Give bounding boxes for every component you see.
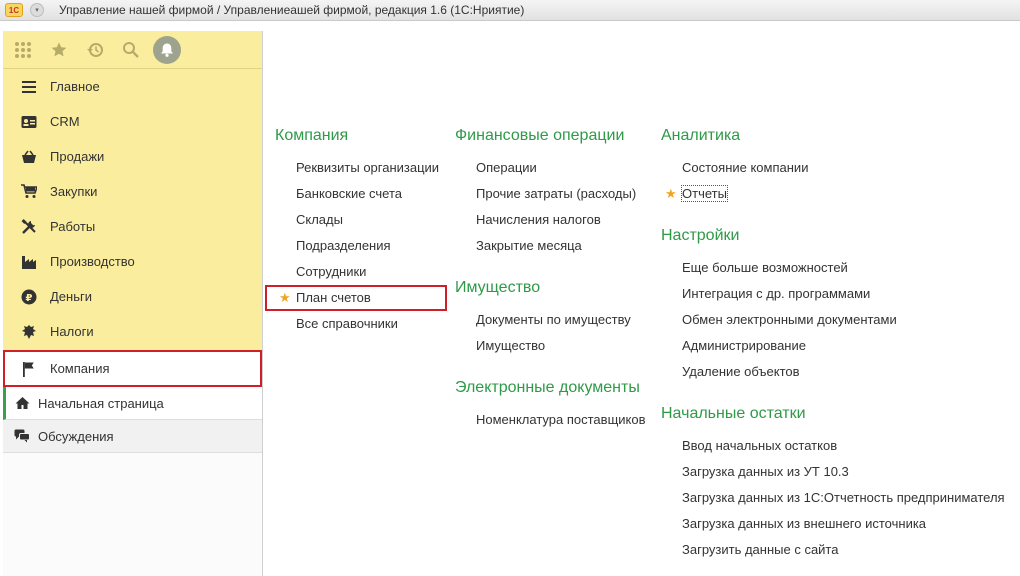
link-integration[interactable]: Интеграция с др. программами <box>661 281 1005 307</box>
link-month-close[interactable]: Закрытие месяца <box>455 233 646 259</box>
link-import-1c-reporting[interactable]: Загрузка данных из 1С:Отчетность предпри… <box>661 485 1005 511</box>
menu-lines-icon <box>21 79 37 95</box>
link-import-external[interactable]: Загрузка данных из внешнего источника <box>661 511 1005 537</box>
app-logo: 1С <box>5 3 23 17</box>
section-label: Компания <box>50 361 110 376</box>
link-all-catalogs[interactable]: Все справочники <box>275 311 447 337</box>
link-label: Отчеты <box>681 185 728 202</box>
link-administration[interactable]: Администрирование <box>661 333 1005 359</box>
contact-card-icon <box>21 114 37 130</box>
cart-icon <box>21 184 37 200</box>
section-purchases[interactable]: Закупки <box>3 174 262 209</box>
link-warehouses[interactable]: Склады <box>275 207 447 233</box>
apps-grid-icon[interactable] <box>13 40 33 60</box>
title-bar: 1С ▾ Управление нашей фирмой / Управлени… <box>0 0 1020 21</box>
main-menu-button[interactable]: ▾ <box>30 3 44 17</box>
nav-label: Обсуждения <box>38 428 114 444</box>
home-icon <box>14 395 30 411</box>
section-main[interactable]: Главное <box>3 69 262 104</box>
svg-text:₽: ₽ <box>26 293 33 304</box>
section-production[interactable]: Производство <box>3 244 262 279</box>
link-more-features[interactable]: Еще больше возможностей <box>661 255 1005 281</box>
section-label: Налоги <box>50 324 94 339</box>
group-title: Электронные документы <box>455 379 640 396</box>
link-reports[interactable]: ★ Отчеты <box>661 181 1005 207</box>
group-title: Имущество <box>455 279 541 296</box>
basket-icon <box>21 149 37 165</box>
nav-home-page[interactable]: Начальная страница <box>3 387 262 420</box>
group-title: Начальные остатки <box>661 405 806 422</box>
link-employees[interactable]: Сотрудники <box>275 259 447 285</box>
link-delete-objects[interactable]: Удаление объектов <box>661 359 1005 385</box>
link-operations[interactable]: Операции <box>455 155 646 181</box>
link-import-ut[interactable]: Загрузка данных из УТ 10.3 <box>661 459 1005 485</box>
link-departments[interactable]: Подразделения <box>275 233 447 259</box>
link-tax-accruals[interactable]: Начисления налогов <box>455 207 646 233</box>
chat-icon <box>14 428 30 444</box>
bell-icon[interactable] <box>153 35 181 64</box>
link-bank-accounts[interactable]: Банковские счета <box>275 181 447 207</box>
history-icon[interactable] <box>85 40 105 60</box>
link-edi-exchange[interactable]: Обмен электронными документами <box>661 307 1005 333</box>
link-chart-of-accounts[interactable]: ★ План счетов <box>265 285 447 311</box>
factory-icon <box>21 254 37 270</box>
tools-icon <box>21 218 37 235</box>
group-title: Финансовые операции <box>455 127 625 144</box>
section-label: CRM <box>50 114 80 129</box>
section-taxes[interactable]: Налоги <box>3 314 262 349</box>
section-works[interactable]: Работы <box>3 209 262 244</box>
window-title: Управление нашей фирмой / Управлениеашей… <box>59 3 525 17</box>
section-label: Главное <box>50 79 100 94</box>
link-label: План счетов <box>296 290 371 305</box>
link-enter-balances[interactable]: Ввод начальных остатков <box>661 433 1005 459</box>
section-label: Деньги <box>50 289 92 304</box>
link-property-documents[interactable]: Документы по имуществу <box>455 307 646 333</box>
section-label: Продажи <box>50 149 105 164</box>
star-icon[interactable] <box>49 40 69 60</box>
column-finance: Финансовые операции Операции Прочие затр… <box>455 123 646 433</box>
section-money[interactable]: ₽ Деньги <box>3 279 262 314</box>
link-import-site[interactable]: Загрузить данные с сайта <box>661 537 1005 563</box>
favorite-star-icon[interactable]: ★ <box>665 181 677 207</box>
sidebar: Главное CRM Продажи Закупки Работы Произ… <box>3 31 263 576</box>
ruble-coin-icon: ₽ <box>21 289 37 305</box>
column-analytics: Аналитика Состояние компании ★ Отчеты На… <box>661 123 1005 563</box>
search-icon[interactable] <box>121 40 141 60</box>
sidebar-toolbar <box>3 31 262 69</box>
group-title: Аналитика <box>661 127 741 144</box>
section-label: Закупки <box>50 184 98 199</box>
section-sales[interactable]: Продажи <box>3 139 262 174</box>
nav-discussions[interactable]: Обсуждения <box>3 420 262 453</box>
nav-label: Начальная страница <box>38 395 164 411</box>
link-other-costs[interactable]: Прочие затраты (расходы) <box>455 181 646 207</box>
section-label: Производство <box>50 254 135 269</box>
flag-icon <box>21 361 37 377</box>
column-company: Компания Реквизиты организации Банковски… <box>265 123 447 337</box>
section-crm[interactable]: CRM <box>3 104 262 139</box>
link-property[interactable]: Имущество <box>455 333 646 359</box>
favorite-star-icon[interactable]: ★ <box>279 285 291 311</box>
content-area: Компания Реквизиты организации Банковски… <box>264 31 1020 576</box>
group-title: Компания <box>275 127 349 144</box>
link-supplier-nomenclature[interactable]: Номенклатура поставщиков <box>455 407 646 433</box>
group-title: Настройки <box>661 227 740 244</box>
section-list: Главное CRM Продажи Закупки Работы Произ… <box>3 69 262 387</box>
section-company[interactable]: Компания <box>3 350 262 387</box>
link-org-details[interactable]: Реквизиты организации <box>275 155 447 181</box>
emblem-icon <box>21 324 37 340</box>
link-company-status[interactable]: Состояние компании <box>661 155 1005 181</box>
section-label: Работы <box>50 219 96 234</box>
